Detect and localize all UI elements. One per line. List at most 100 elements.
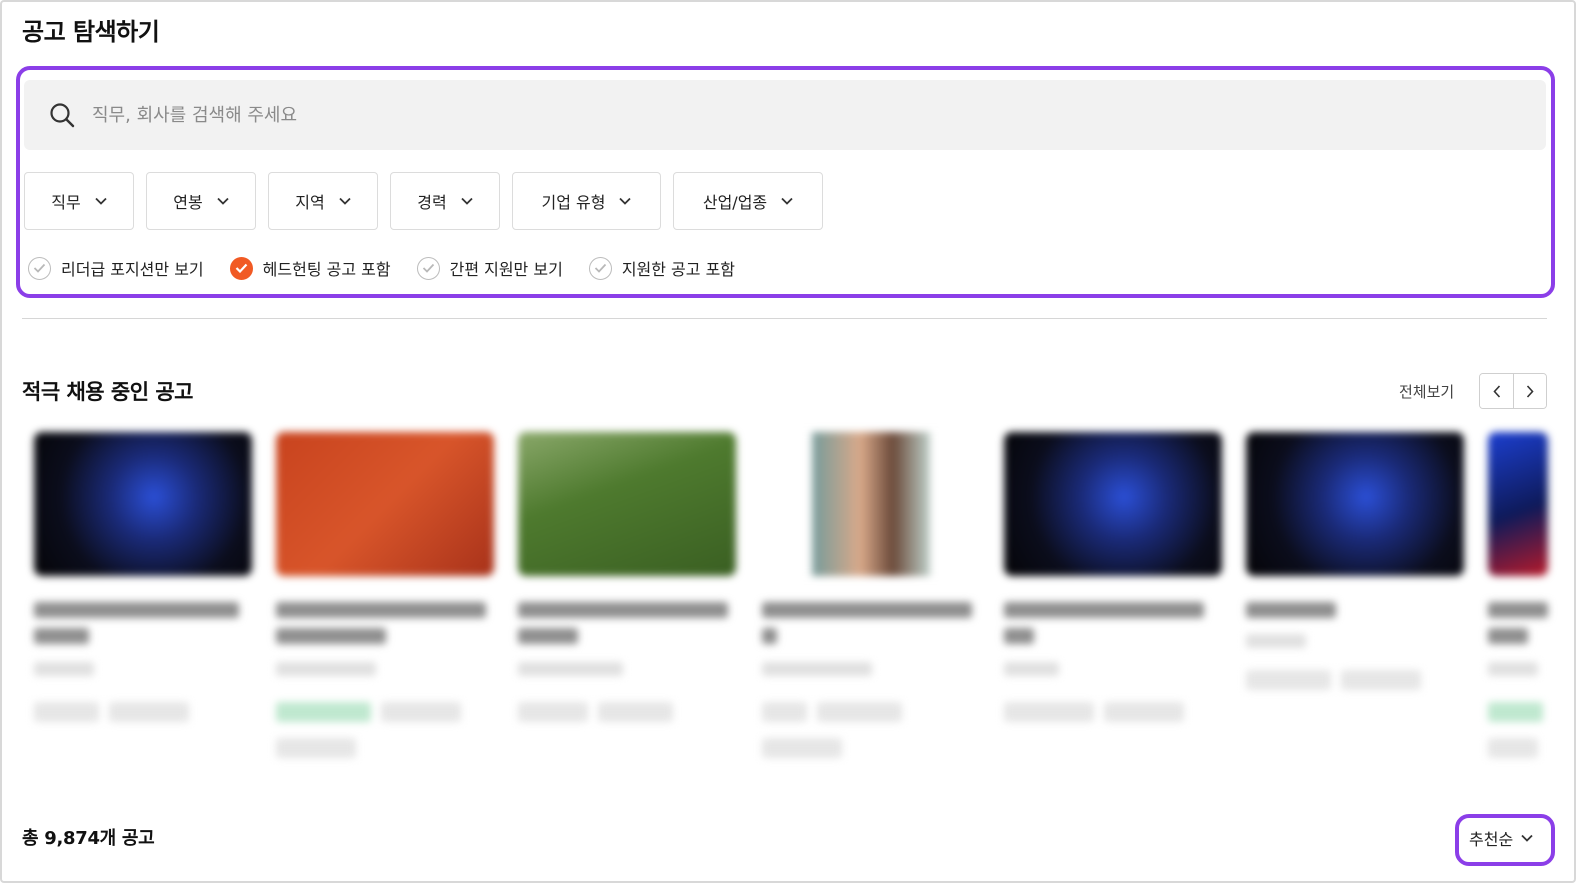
job-card-thumbnail [276, 432, 494, 576]
blurred-text [1004, 628, 1034, 644]
blurred-tag [518, 702, 588, 722]
blurred-text [518, 662, 623, 676]
chevron-down-icon [339, 197, 351, 205]
checkbox-easy-apply[interactable]: 간편 지원만 보기 [416, 256, 563, 280]
filter-salary[interactable]: 연봉 [146, 172, 256, 230]
check-icon [416, 256, 440, 280]
blurred-text [762, 628, 777, 644]
filter-label: 경력 [417, 193, 447, 212]
filter-company-type[interactable]: 기업 유형 [512, 172, 661, 230]
check-icon [588, 256, 612, 280]
job-card[interactable] [518, 432, 736, 722]
view-all-link[interactable]: 전체보기 [1399, 381, 1454, 402]
job-card-thumbnail [1488, 432, 1548, 576]
job-card[interactable] [1246, 432, 1464, 690]
blurred-tag [381, 702, 461, 722]
blurred-text [276, 662, 376, 676]
blurred-text [1004, 602, 1204, 618]
job-card-thumbnail [34, 432, 252, 576]
chevron-right-icon [1526, 384, 1534, 398]
chevron-down-icon [1521, 834, 1533, 842]
blurred-text [34, 602, 239, 618]
filter-bar: 직무 연봉 지역 경력 기업 유형 산업/업종 [24, 172, 823, 230]
carousel-next-button[interactable] [1513, 374, 1546, 408]
blurred-text [1246, 602, 1336, 618]
job-card-thumbnail [1246, 432, 1464, 576]
filter-label: 연봉 [173, 193, 203, 212]
search-bar[interactable] [24, 80, 1546, 150]
featured-job-cards [34, 432, 1574, 792]
filter-career[interactable]: 경력 [390, 172, 500, 230]
checkbox-label: 간편 지원만 보기 [449, 260, 563, 279]
blurred-text [762, 602, 972, 618]
blurred-tag [1104, 702, 1184, 722]
checkbox-label: 헤드헌팅 공고 포함 [262, 260, 391, 279]
blurred-tag [1246, 670, 1331, 690]
blurred-tag [762, 702, 807, 722]
blurred-tag [276, 702, 371, 722]
blurred-tag [1488, 702, 1543, 722]
chevron-down-icon [95, 197, 107, 205]
blurred-tag [817, 702, 902, 722]
job-card-thumbnail [518, 432, 736, 576]
filter-region[interactable]: 지역 [268, 172, 378, 230]
blurred-tag [109, 702, 189, 722]
job-search-panel: 공고 탐색하기 직무 연봉 지역 경력 기업 유형 산 [0, 0, 1576, 883]
blurred-text [34, 662, 94, 676]
job-card[interactable] [1004, 432, 1222, 722]
filter-label: 직무 [51, 193, 81, 212]
checkbox-label: 리더급 포지션만 보기 [61, 260, 204, 279]
job-card-thumbnail [1004, 432, 1222, 576]
job-card[interactable] [1488, 432, 1574, 758]
blurred-tag [1488, 738, 1538, 758]
filter-industry[interactable]: 산업/업종 [673, 172, 823, 230]
checkbox-leader-only[interactable]: 리더급 포지션만 보기 [28, 256, 204, 280]
sort-label: 추천순 [1469, 830, 1514, 849]
total-job-count: 총 9,874개 공고 [22, 828, 155, 849]
blurred-text [1488, 602, 1548, 618]
blurred-text [762, 662, 872, 676]
job-card-thumbnail [762, 432, 980, 576]
blurred-tag [762, 738, 842, 758]
carousel-prev-button[interactable] [1480, 374, 1513, 408]
blurred-text [1488, 628, 1528, 644]
filter-label: 산업/업종 [702, 193, 768, 212]
blurred-tag [34, 702, 99, 722]
sort-dropdown[interactable]: 추천순 [1469, 826, 1533, 850]
blurred-tag [1004, 702, 1094, 722]
check-icon [229, 256, 253, 280]
blurred-tag [598, 702, 673, 722]
check-icon [28, 256, 51, 280]
blurred-tag [1341, 670, 1421, 690]
blurred-text [1004, 662, 1059, 676]
checkbox-applied[interactable]: 지원한 공고 포함 [588, 256, 736, 280]
option-checkboxes: 리더급 포지션만 보기 헤드헌팅 공고 포함 간편 지원만 보기 지원한 공고 … [28, 256, 761, 280]
job-card[interactable] [34, 432, 252, 722]
filter-label: 지역 [295, 193, 325, 212]
job-card[interactable] [276, 432, 494, 758]
filter-job[interactable]: 직무 [24, 172, 134, 230]
section-divider [22, 318, 1547, 319]
chevron-down-icon [781, 197, 793, 205]
checkbox-headhunting[interactable]: 헤드헌팅 공고 포함 [229, 256, 391, 280]
chevron-down-icon [217, 197, 229, 205]
featured-section-title: 적극 채용 중인 공고 [22, 380, 194, 404]
chevron-left-icon [1492, 384, 1500, 398]
blurred-text [518, 602, 728, 618]
chevron-down-icon [461, 197, 473, 205]
search-input[interactable] [92, 104, 1292, 126]
job-card[interactable] [762, 432, 980, 758]
checkbox-label: 지원한 공고 포함 [621, 260, 736, 279]
filter-label: 기업 유형 [541, 193, 606, 212]
blurred-tag [276, 738, 356, 758]
blurred-text [276, 602, 486, 618]
blurred-text [1488, 662, 1538, 676]
page-title: 공고 탐색하기 [22, 18, 160, 46]
blurred-text [1246, 634, 1306, 648]
chevron-down-icon [619, 197, 632, 205]
blurred-text [276, 628, 386, 644]
blurred-text [518, 628, 578, 644]
blurred-text [34, 628, 89, 644]
carousel-nav [1479, 373, 1547, 409]
search-icon [50, 103, 75, 128]
